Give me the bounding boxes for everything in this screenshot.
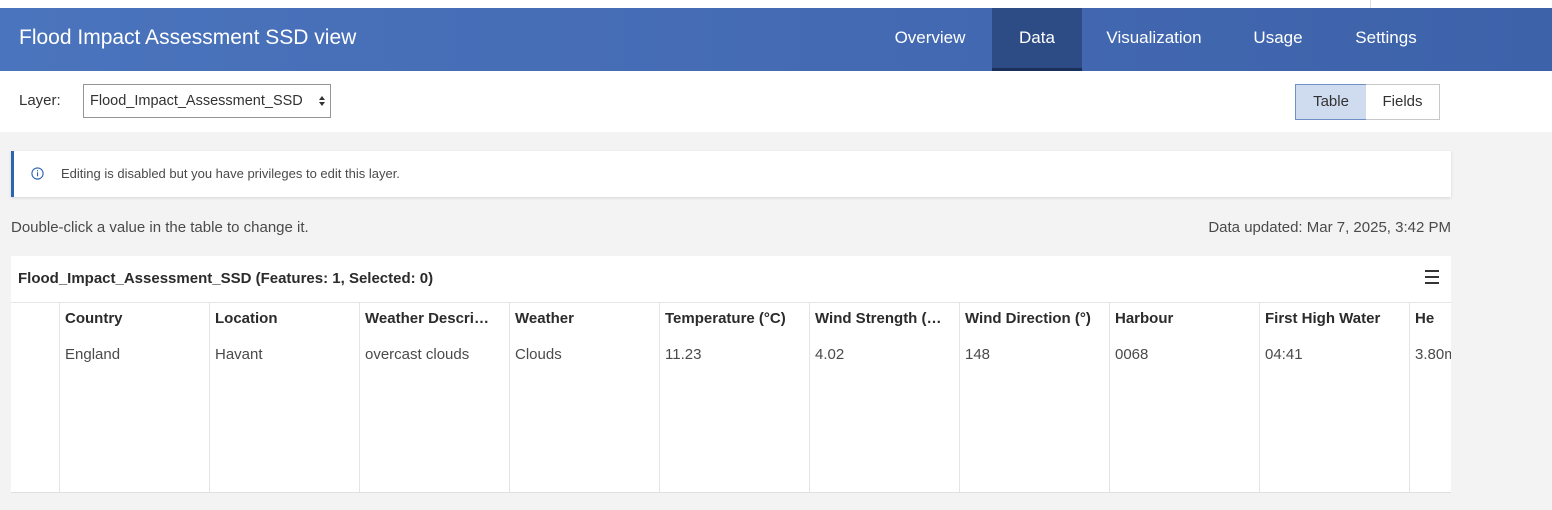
column-header[interactable]: He [1415,310,1451,327]
column-wind-strength: Wind Strength (… 4.02 [809,303,959,492]
column-temperature: Temperature (°C) 11.23 [659,303,809,492]
data-updated-timestamp: Data updated: Mar 7, 2025, 3:42 PM [1208,219,1451,236]
hamburger-menu-icon[interactable] [1425,270,1439,286]
table-cell[interactable]: England [65,346,120,363]
column-header[interactable]: Weather [515,310,655,327]
layer-label: Layer: [19,92,61,109]
edit-hint: Double-click a value in the table to cha… [11,219,309,236]
column-header[interactable]: Country [65,310,205,327]
column-header[interactable]: First High Water [1265,310,1405,327]
tab-visualization[interactable]: Visualization [1090,8,1218,71]
table-cell[interactable]: 4.02 [815,346,844,363]
column-first-high-water: First High Water 04:41 [1259,303,1409,492]
column-header[interactable]: Location [215,310,355,327]
column-header[interactable]: Temperature (°C) [665,310,805,327]
table-cell[interactable]: 04:41 [1265,346,1303,363]
table-grid: Country England Location Havant Weather … [11,303,1451,492]
editing-notice: Editing is disabled but you have privile… [11,151,1451,197]
table-title: Flood_Impact_Assessment_SSD (Features: 1… [18,270,434,287]
column-header[interactable]: Wind Strength (… [815,310,955,327]
info-icon [31,167,44,180]
table-cell[interactable]: 3.80m [1415,346,1451,363]
tab-settings[interactable]: Settings [1340,8,1432,71]
attribute-table: Flood_Impact_Assessment_SSD (Features: 1… [11,256,1451,492]
top-strip-divider [1370,0,1371,8]
table-cell[interactable]: 148 [965,346,990,363]
sort-caret-icon [319,96,325,106]
table-bottom-border [11,492,1451,493]
tab-overview[interactable]: Overview [876,8,984,71]
column-harbour: Harbour 0068 [1109,303,1259,492]
table-cell[interactable]: overcast clouds [365,346,469,363]
page-title: Flood Impact Assessment SSD view [19,26,357,49]
app-header: Flood Impact Assessment SSD view Overvie… [0,8,1552,71]
column-height: He 3.80m [1409,303,1451,492]
layer-toolbar: Layer: Flood_Impact_Assessment_SSD Table… [0,71,1552,132]
table-cell[interactable]: 0068 [1115,346,1148,363]
column-country: Country England [59,303,209,492]
column-header[interactable]: Weather Descri… [365,310,505,327]
notice-text: Editing is disabled but you have privile… [61,166,400,181]
top-strip [0,0,1552,8]
table-cell[interactable]: 11.23 [665,346,701,363]
table-view-button[interactable]: Table [1295,84,1367,120]
column-weather-description: Weather Descri… overcast clouds [359,303,509,492]
fields-view-button[interactable]: Fields [1366,84,1440,120]
column-header[interactable]: Harbour [1115,310,1255,327]
layer-select[interactable]: Flood_Impact_Assessment_SSD [83,84,331,118]
column-header[interactable]: Wind Direction (°) [965,310,1105,327]
column-wind-direction: Wind Direction (°) 148 [959,303,1109,492]
table-cell[interactable]: Havant [215,346,263,363]
column-location: Location Havant [209,303,359,492]
column-weather: Weather Clouds [509,303,659,492]
layer-select-value: Flood_Impact_Assessment_SSD [90,93,303,109]
tab-data[interactable]: Data [992,8,1082,71]
tab-usage[interactable]: Usage [1236,8,1320,71]
table-cell[interactable]: Clouds [515,346,562,363]
